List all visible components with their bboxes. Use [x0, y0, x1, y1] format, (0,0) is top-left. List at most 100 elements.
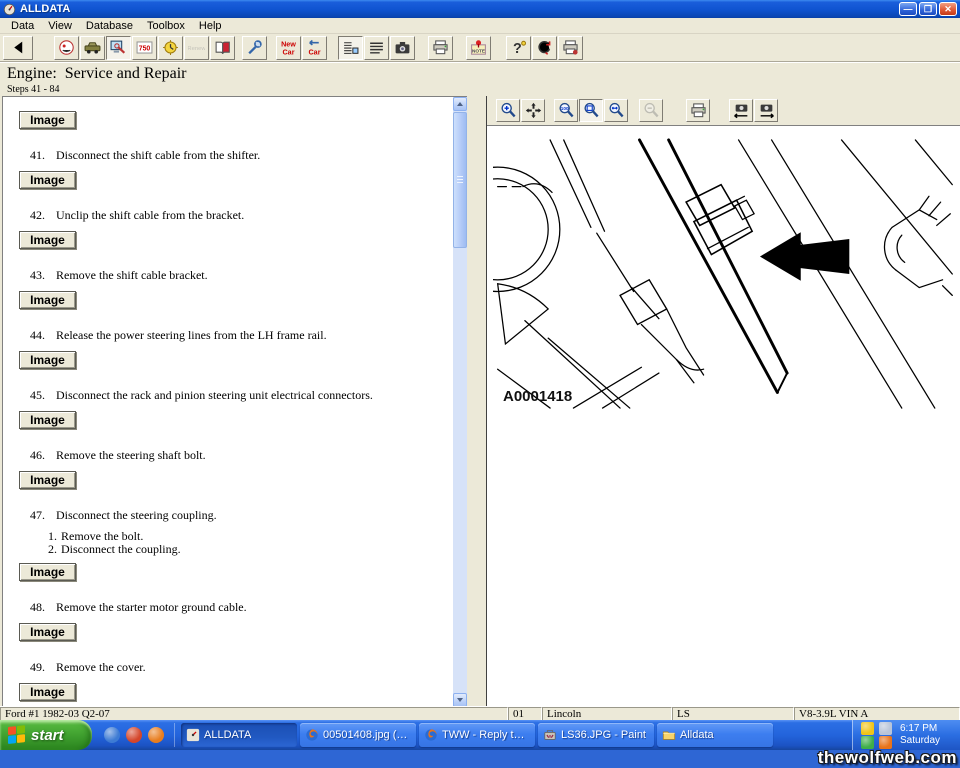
prev-image-button[interactable]	[729, 99, 753, 122]
taskbar-task-alldata[interactable]: ALLDATA	[181, 723, 297, 747]
restore-button[interactable]: ❐	[919, 2, 937, 16]
used-car-button[interactable]: Car	[302, 36, 327, 60]
step-text: 48.Remove the starter motor ground cable…	[30, 600, 463, 615]
component-search-button[interactable]	[106, 36, 131, 60]
page-subtitle: Steps 41 - 84	[7, 84, 960, 95]
image-button[interactable]: Image	[19, 171, 76, 189]
image-button[interactable]: Image	[19, 231, 76, 249]
zoom-out-icon	[643, 102, 660, 119]
page-title: Engine: Service and Repair	[7, 65, 960, 83]
title-bar: ALLDATA — ❐ ✕	[0, 0, 960, 18]
image-button[interactable]: Image	[19, 351, 76, 369]
media-player-icon[interactable]	[126, 727, 142, 743]
image-button[interactable]: Image	[19, 563, 76, 581]
step-item: 44.Release the power steering lines from…	[18, 328, 463, 369]
vehicle-spec-button[interactable]	[54, 36, 79, 60]
technical-drawing	[493, 138, 955, 410]
step-item: 49.Remove the cover.Image	[18, 660, 463, 701]
scroll-up-icon[interactable]	[453, 97, 467, 111]
step-text: 43.Remove the shift cable bracket.	[30, 268, 463, 283]
image-viewport: A0001418	[487, 126, 960, 705]
taskbar-task-00501408-jpg-jpeg[interactable]: 00501408.jpg (JPEG ...	[300, 723, 416, 747]
steps-scrollbar[interactable]	[453, 97, 467, 706]
manual-button[interactable]	[210, 36, 235, 60]
task-label: LS36.JPG - Paint	[561, 729, 646, 741]
tsb-button[interactable]: 750	[132, 36, 157, 60]
task-label: 00501408.jpg (JPEG ...	[323, 729, 411, 741]
back-button[interactable]	[3, 36, 33, 60]
status-bar: Ford #1 1982-03 Q2-07 01 Lincoln LS V8-3…	[0, 706, 960, 720]
image-button[interactable]: Image	[19, 411, 76, 429]
task-label: TWW - Reply to Topic...	[442, 729, 530, 741]
view-text-image-button[interactable]	[338, 36, 363, 60]
image-button[interactable]: Image	[19, 111, 76, 129]
svg-text:Car: Car	[282, 47, 294, 56]
car-arrow-icon: Car	[306, 39, 323, 56]
panel-splitter[interactable]	[467, 96, 486, 706]
bottom-strip	[0, 750, 960, 768]
image-button[interactable]: Image	[19, 683, 76, 701]
minimize-button[interactable]: —	[899, 2, 917, 16]
svg-text:750: 750	[139, 45, 151, 52]
app-icon	[3, 3, 16, 16]
menu-view[interactable]: View	[41, 19, 79, 33]
tools-button[interactable]	[242, 36, 267, 60]
status-cell: Lincoln	[542, 707, 672, 721]
substep-text: 2.Disconnect the coupling.	[48, 544, 463, 555]
windows-flag-icon	[8, 725, 26, 745]
image-button[interactable]: Image	[19, 471, 76, 489]
firefox-icon[interactable]	[148, 727, 164, 743]
menu-help[interactable]: Help	[192, 19, 229, 33]
help-button[interactable]: ?	[506, 36, 531, 60]
start-button[interactable]: start	[0, 720, 92, 750]
alldata-icon	[186, 728, 200, 742]
print-image-button[interactable]	[686, 99, 710, 122]
help-icon: ?	[510, 39, 527, 56]
tsb-icon: 750	[136, 39, 153, 56]
taskbar-task-alldata[interactable]: Alldata	[657, 723, 773, 747]
security-shield-icon[interactable]	[861, 722, 874, 735]
alert-icon[interactable]	[879, 736, 892, 749]
scroll-down-icon[interactable]	[453, 693, 467, 706]
zoom-in-button[interactable]	[496, 99, 520, 122]
firefox-icon	[424, 728, 438, 742]
new-car-button[interactable]: NewCar	[276, 36, 301, 60]
task-label: ALLDATA	[204, 729, 251, 741]
task-label: Alldata	[680, 729, 714, 741]
image-button[interactable]: Image	[19, 623, 76, 641]
svg-text:Car: Car	[308, 47, 320, 56]
history-button[interactable]	[532, 36, 557, 60]
content-area: Image41.Disconnect the shift cable from …	[0, 96, 960, 706]
print-setup-button[interactable]	[558, 36, 583, 60]
vehicle-button[interactable]	[80, 36, 105, 60]
taskbar-task-tww-reply-to-topic[interactable]: TWW - Reply to Topic...	[419, 723, 535, 747]
firefox-icon	[305, 728, 319, 742]
maintenance-icon	[162, 39, 179, 56]
svg-text:NOTE: NOTE	[472, 48, 485, 53]
zoom-fit-button[interactable]	[579, 99, 603, 122]
messenger-icon[interactable]	[879, 722, 892, 735]
update-icon[interactable]	[861, 736, 874, 749]
menu-data[interactable]: Data	[4, 19, 41, 33]
image-button[interactable]: Image	[19, 291, 76, 309]
taskbar-task-ls36-jpg-paint[interactable]: LS36.JPG - Paint	[538, 723, 654, 747]
print-button[interactable]	[428, 36, 453, 60]
pan-button[interactable]	[521, 99, 545, 122]
note-button[interactable]: NOTE	[466, 36, 491, 60]
close-button[interactable]: ✕	[939, 2, 957, 16]
step-item: 42.Unclip the shift cable from the brack…	[18, 208, 463, 249]
zoom-100-button[interactable]: 100	[554, 99, 578, 122]
view-text-icon	[368, 39, 385, 56]
maintenance-button[interactable]	[158, 36, 183, 60]
view-image-button[interactable]	[390, 36, 415, 60]
menu-toolbox[interactable]: Toolbox	[140, 19, 192, 33]
step-text: 46.Remove the steering shaft bolt.	[30, 448, 463, 463]
view-text-button[interactable]	[364, 36, 389, 60]
renew-icon: Renew	[188, 39, 205, 56]
scrollbar-thumb[interactable]	[453, 112, 467, 248]
zoom-width-button[interactable]	[604, 99, 628, 122]
ie-icon[interactable]	[104, 727, 120, 743]
step-item: 43.Remove the shift cable bracket. Image	[18, 268, 463, 309]
menu-database[interactable]: Database	[79, 19, 140, 33]
next-image-button[interactable]	[754, 99, 778, 122]
